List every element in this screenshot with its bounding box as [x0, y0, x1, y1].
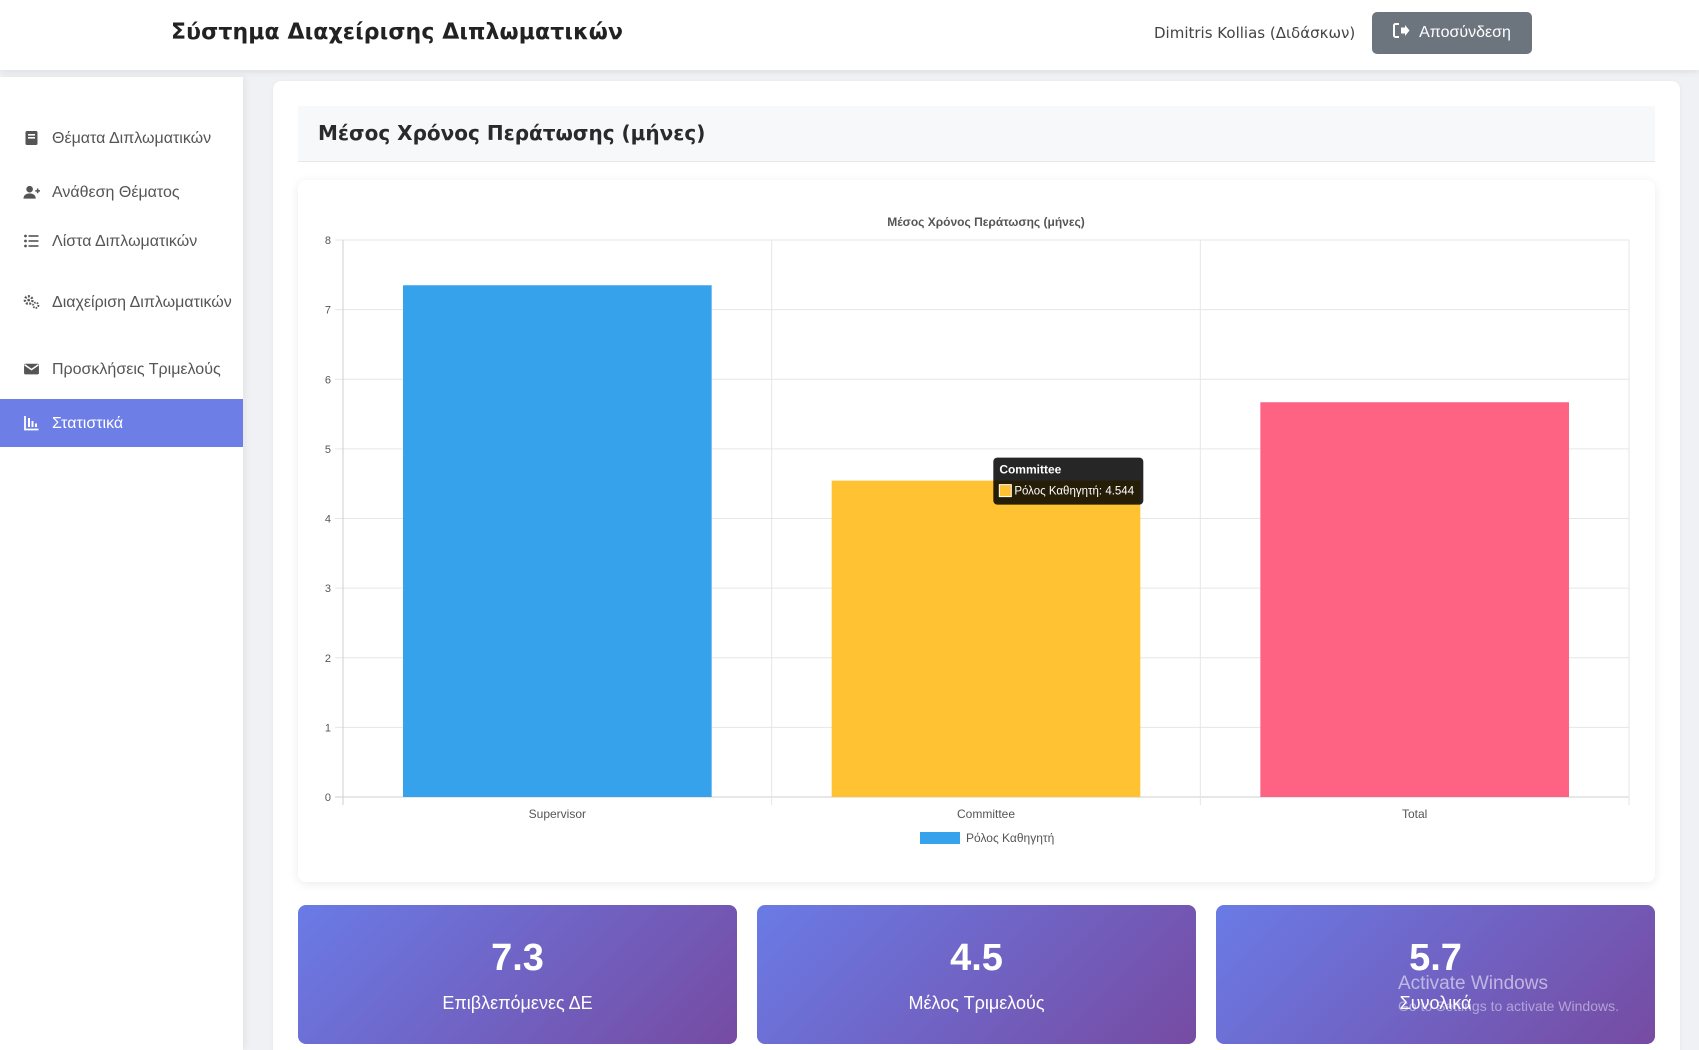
sidebar-item-assign-topic[interactable]: Ανάθεση Θέματος: [0, 176, 243, 208]
sidebar-item-statistics[interactable]: Στατιστικά: [0, 399, 243, 447]
y-tick-label: 6: [325, 374, 331, 386]
bar-supervisor: [403, 285, 712, 797]
y-tick-label: 2: [325, 653, 331, 665]
sidebar-item-thesis-topics[interactable]: Θέματα Διπλωματικών: [0, 110, 243, 166]
logout-label: Αποσύνδεση: [1419, 24, 1511, 41]
gears-icon: [21, 293, 41, 311]
stat-value: 4.5: [950, 937, 1003, 979]
sidebar-item-label: Λίστα Διπλωματικών: [52, 232, 198, 250]
x-tick-label: Supervisor: [529, 807, 586, 821]
sidebar-item-label: Ανάθεση Θέματος: [52, 183, 180, 201]
sidebar-item-committee-invitations[interactable]: Προσκλήσεις Τριμελούς: [0, 341, 243, 397]
stat-card-committee: 4.5 Μέλος Τριμελούς: [757, 905, 1196, 1044]
envelope-icon: [21, 360, 41, 378]
stat-card-supervised: 7.3 Επιβλεπόμενες ΔΕ: [298, 905, 737, 1044]
tooltip-title: Committee: [999, 463, 1061, 477]
x-tick-label: Total: [1402, 807, 1427, 821]
y-tick-label: 1: [325, 722, 331, 734]
watermark-subtitle: Go to Settings to activate Windows.: [1398, 998, 1619, 1014]
x-tick-label: Committee: [957, 807, 1015, 821]
legend-label: Ρόλος Καθηγητή: [966, 831, 1054, 845]
section-header: Μέσος Χρόνος Περάτωσης (μήνες): [298, 106, 1655, 162]
bar-committee: [831, 480, 1141, 797]
logout-button[interactable]: Αποσύνδεση: [1372, 12, 1532, 54]
windows-activation-watermark: Activate Windows Go to Settings to activ…: [1398, 973, 1619, 1014]
tooltip-text: Ρόλος Καθηγητή: 4.544: [1014, 486, 1134, 498]
watermark-title: Activate Windows: [1398, 973, 1548, 994]
bar-chart[interactable]: Μέσος Χρόνος Περάτωσης (μήνες) 0 1 2 3 4 5 6 7 8 S…: [298, 180, 1655, 882]
list-icon: [21, 232, 41, 250]
app-title: Σύστημα Διαχείρισης Διπλωματικών: [171, 20, 624, 45]
user-plus-icon: [21, 183, 41, 201]
bar-total: [1260, 402, 1569, 797]
y-tick-label: 4: [325, 514, 331, 526]
sidebar-item-label: Διαχείριση Διπλωματικών: [52, 293, 232, 311]
sidebar-item-label: Στατιστικά: [52, 414, 124, 432]
sidebar-item-manage-thesis[interactable]: Διαχείριση Διπλωματικών: [0, 274, 243, 330]
y-tick-label: 7: [325, 305, 331, 317]
sidebar: Θέματα Διπλωματικών Ανάθεση Θέματος Λίστ…: [0, 77, 243, 1050]
y-tick-label: 0: [325, 792, 331, 804]
sidebar-item-thesis-list[interactable]: Λίστα Διπλωματικών: [0, 225, 243, 257]
book-icon: [21, 129, 41, 147]
sign-out-icon: [1393, 23, 1410, 43]
top-header: Σύστημα Διαχείρισης Διπλωματικών Dimitri…: [0, 0, 1699, 70]
stat-label: Μέλος Τριμελούς: [908, 993, 1045, 1013]
y-tick-label: 5: [325, 444, 331, 456]
y-tick-label: 8: [325, 235, 331, 247]
chart-icon: [21, 414, 41, 432]
y-tick-label: 3: [325, 583, 331, 595]
chart-container: Μέσος Χρόνος Περάτωσης (μήνες) 0 1 2 3 4 5 6 7 8 S…: [298, 180, 1655, 882]
legend-swatch: [920, 832, 960, 844]
tooltip-swatch: [998, 484, 1012, 498]
current-user: Dimitris Kollias (Διδάσκων): [1154, 24, 1356, 42]
sidebar-item-label: Προσκλήσεις Τριμελούς: [52, 360, 221, 378]
section-title: Μέσος Χρόνος Περάτωσης (μήνες): [318, 121, 706, 145]
stat-label: Επιβλεπόμενες ΔΕ: [442, 993, 593, 1013]
stat-value: 7.3: [491, 937, 544, 979]
chart-title: Μέσος Χρόνος Περάτωσης (μήνες): [887, 215, 1085, 229]
sidebar-item-label: Θέματα Διπλωματικών: [52, 129, 212, 147]
